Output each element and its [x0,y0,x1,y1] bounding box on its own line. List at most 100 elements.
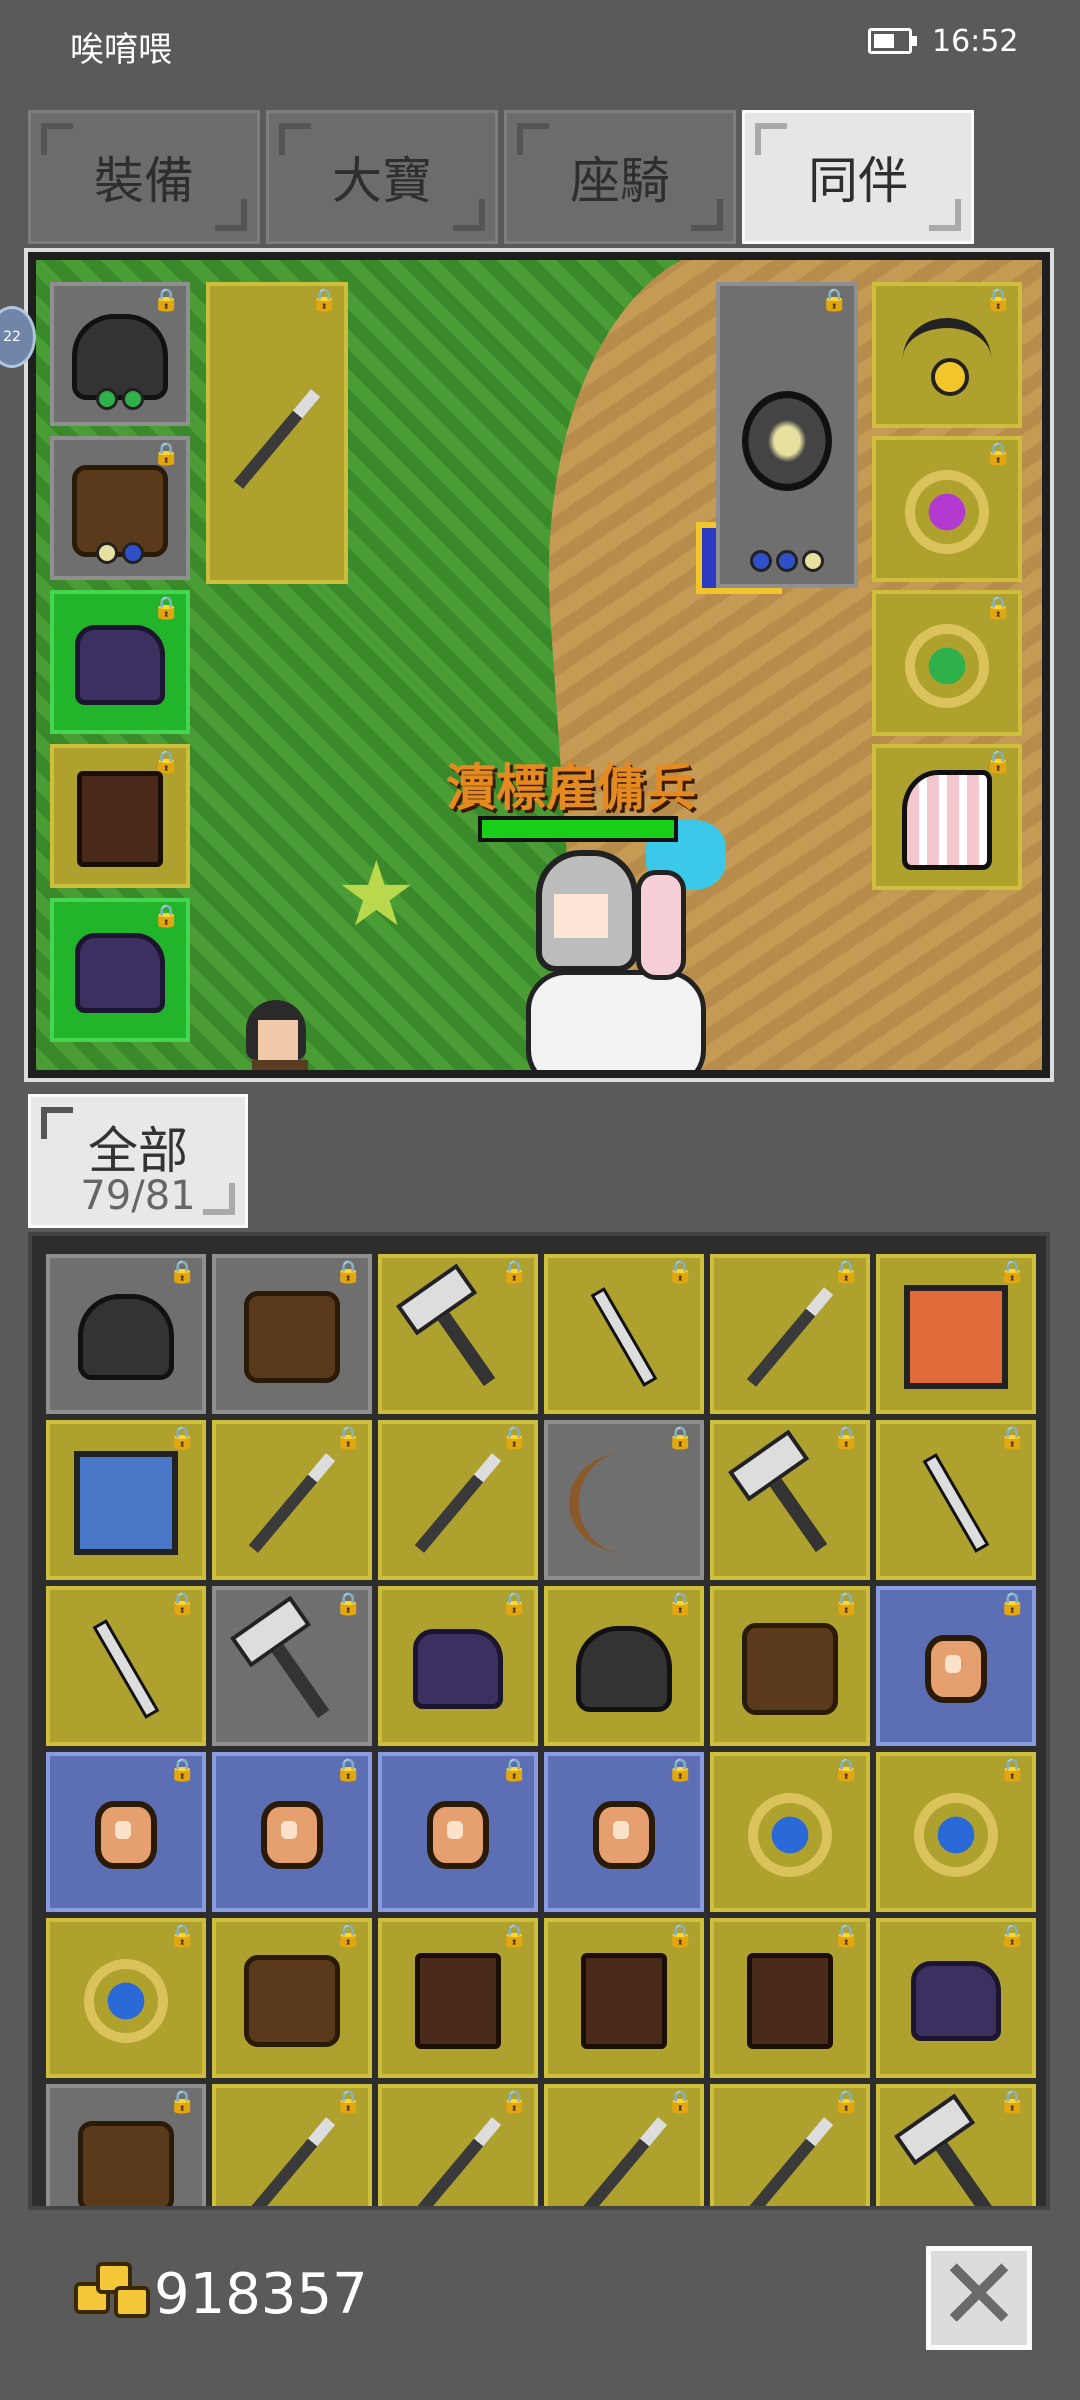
gauntlet-icon [413,1629,503,1710]
inventory-slot[interactable]: 🔒 [710,1752,870,1912]
spear-icon [746,2117,834,2206]
npc-swordsman [246,1000,316,1070]
inventory-slot[interactable]: 🔒 [544,1586,704,1746]
inventory-slot[interactable]: 🔒 [544,1254,704,1414]
slot-armor[interactable]: 🔒 [50,436,190,580]
lock-icon: 🔒 [334,1260,362,1285]
slot-weapon[interactable]: 🔒 [206,282,348,584]
gold-amount: 918357 [154,2262,368,2327]
axe-icon [752,1453,828,1553]
inventory-grid: 🔒 🔒 🔒 🔒 🔒 🔒 🔒 🔒 🔒 🔒 🔒 🔒 🔒 🔒 🔒 🔒 🔒 🔒 🔒 🔒 🔒 🔒 🔒 🔒 🔒 🔒 🔒 🔒 🔒 🔒 🔒 🔒 🔒 🔒 🔒 🔒 [46,1254,1036,2206]
inventory-slot[interactable]: 🔒 [710,1918,870,2078]
coin-icon [261,1801,323,1870]
gem-sockets [96,388,144,410]
tab-mount[interactable]: 座騎 [504,110,736,244]
inventory-slot[interactable]: 🔒 [46,1752,206,1912]
corner-deco [41,123,73,155]
corner-deco [215,199,247,231]
ring-icon [905,623,989,708]
inventory-slot[interactable]: 🔒 [876,2084,1036,2206]
inventory-slot[interactable]: 🔒 [212,1918,372,2078]
companion-character[interactable] [506,850,706,1070]
inventory-slot[interactable]: 🔒 [544,1752,704,1912]
lock-icon: 🔒 [832,1924,860,1949]
inventory-slot[interactable]: 🔒 [876,1752,1036,1912]
slot-wings[interactable]: 🔒 [872,744,1022,890]
filter-all-button[interactable]: 全部 79/81 [28,1094,248,1228]
lock-icon: 🔒 [666,1260,694,1285]
gem-sockets [96,542,144,564]
corner-deco [691,199,723,231]
slot-amulet[interactable]: 🔒 [872,282,1022,428]
inventory-slot[interactable]: 🔒 [876,1420,1036,1580]
boots-icon [415,1953,501,2050]
inventory-panel[interactable]: 🔒 🔒 🔒 🔒 🔒 🔒 🔒 🔒 🔒 🔒 🔒 🔒 🔒 🔒 🔒 🔒 🔒 🔒 🔒 🔒 🔒 🔒 🔒 🔒 🔒 🔒 🔒 🔒 🔒 🔒 🔒 🔒 🔒 🔒 🔒 🔒 [28,1232,1050,2210]
inventory-slot[interactable]: 🔒 [212,1420,372,1580]
slot-helmet[interactable]: 🔒 [50,282,190,426]
slot-ring-2[interactable]: 🔒 [872,590,1022,736]
inventory-slot[interactable]: 🔒 [212,1254,372,1414]
inventory-slot[interactable]: 🔒 [544,1420,704,1580]
lock-icon: 🔒 [998,2090,1026,2115]
inventory-slot[interactable]: 🔒 [876,1254,1036,1414]
lock-icon: 🔒 [832,1592,860,1617]
tab-treasure[interactable]: 大寶 [266,110,498,244]
inventory-slot[interactable]: 🔒 [378,1586,538,1746]
coin-icon [925,1635,987,1704]
lock-icon: 🔒 [152,596,180,621]
lock-icon: 🔒 [334,2090,362,2115]
axe-icon [420,1287,496,1387]
inventory-slot[interactable]: 🔒 [46,1420,206,1580]
lock-icon: 🔒 [832,1260,860,1285]
inventory-slot[interactable]: 🔒 [876,1918,1036,2078]
knight-face [554,894,608,938]
lock-icon: 🔒 [152,904,180,929]
gem-sockets [750,550,824,572]
inventory-slot[interactable]: 🔒 [212,1752,372,1912]
slot-shield[interactable]: 🔒 [716,282,858,588]
inventory-slot[interactable]: 🔒 [212,1586,372,1746]
tab-equipment[interactable]: 裝備 [28,110,260,244]
lock-icon: 🔒 [998,1260,1026,1285]
inventory-slot[interactable]: 🔒 [876,1586,1036,1746]
wings-icon [902,769,992,870]
inventory-slot[interactable]: 🔒 [378,1254,538,1414]
close-button[interactable]: ✕ [926,2245,1032,2350]
boots-icon [77,770,163,867]
lock-icon: 🔒 [832,1758,860,1783]
gem-icon [122,388,144,410]
bird-card-icon [74,1451,178,1556]
inventory-slot[interactable]: 🔒 [46,2084,206,2206]
inventory-slot[interactable]: 🔒 [46,1254,206,1414]
inventory-slot[interactable]: 🔒 [378,2084,538,2206]
inventory-slot[interactable]: 🔒 [544,1918,704,2078]
inventory-slot[interactable]: 🔒 [710,1420,870,1580]
lock-icon: 🔒 [500,1592,528,1617]
slot-gloves[interactable]: 🔒 [50,590,190,734]
lock-icon: 🔒 [152,442,180,467]
inventory-slot[interactable]: 🔒 [46,1918,206,2078]
inventory-slot[interactable]: 🔒 [378,1420,538,1580]
lock-icon: 🔒 [998,1592,1026,1617]
coin-icon [427,1801,489,1870]
inventory-slot[interactable]: 🔒 [710,1254,870,1414]
slot-ring-1[interactable]: 🔒 [872,436,1022,582]
inventory-slot[interactable]: 🔒 [710,2084,870,2206]
inventory-slot[interactable]: 🔒 [544,2084,704,2206]
ring-icon [914,1793,998,1878]
tab-companion[interactable]: 同伴 [742,110,974,244]
lock-icon: 🔒 [820,288,848,313]
slot-boots[interactable]: 🔒 [50,744,190,888]
inventory-slot[interactable]: 🔒 [378,1752,538,1912]
inventory-slot[interactable]: 🔒 [378,1918,538,2078]
lock-icon: 🔒 [168,1260,196,1285]
helmet-icon [72,313,168,400]
lock-icon: 🔒 [152,288,180,313]
lock-icon: 🔒 [666,1758,694,1783]
scroll-icon [904,1285,1008,1390]
inventory-slot[interactable]: 🔒 [46,1586,206,1746]
inventory-slot[interactable]: 🔒 [212,2084,372,2206]
inventory-slot[interactable]: 🔒 [710,1586,870,1746]
lock-icon: 🔒 [168,1924,196,1949]
slot-cape[interactable]: 🔒 [50,898,190,1042]
